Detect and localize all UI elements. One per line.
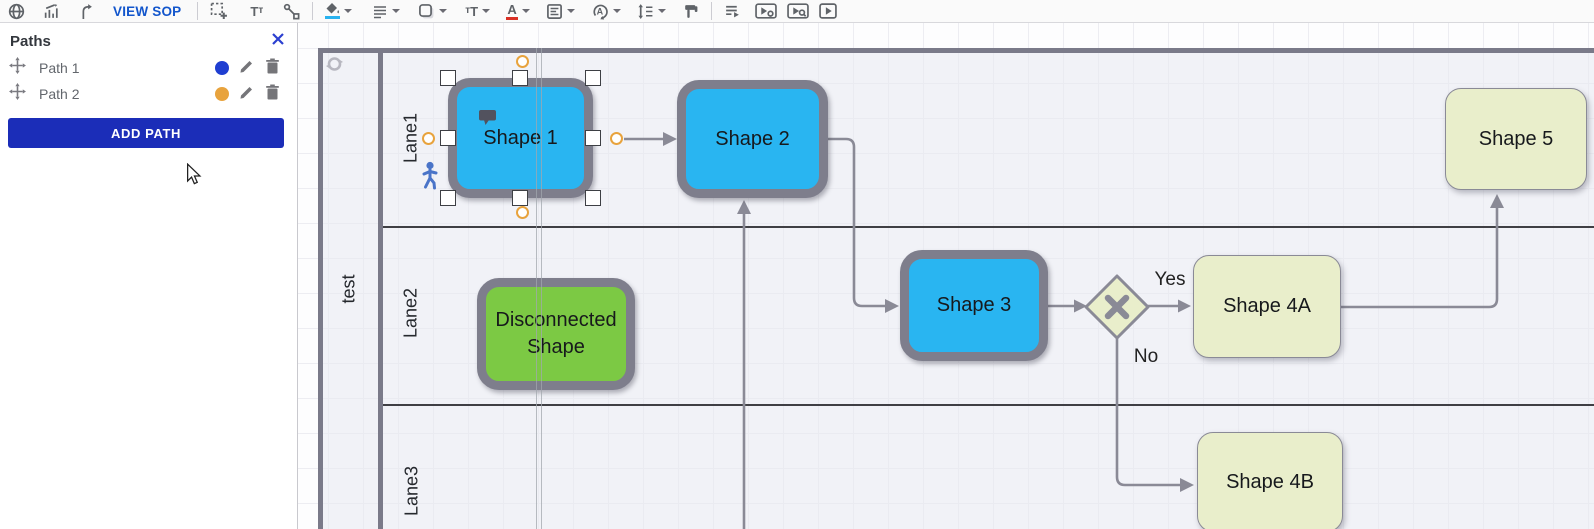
close-icon[interactable] [271, 32, 285, 51]
selection-handle-se[interactable] [585, 190, 601, 206]
arrowhead [885, 299, 899, 313]
toolbar-separator [312, 2, 313, 20]
format-painter-icon[interactable] [682, 1, 699, 21]
path-name: Path 2 [39, 86, 189, 102]
connector-shape4a-shape5 [1341, 207, 1497, 307]
branch-label-yes[interactable]: Yes [1155, 269, 1186, 291]
disconnected-shape-label: Disconnected Shape [491, 307, 621, 361]
connector-tool-icon[interactable] [283, 1, 300, 21]
shape-4a[interactable]: Shape 4A [1193, 255, 1341, 358]
shape-3-label: Shape 3 [937, 294, 1012, 317]
delete-trash-icon[interactable] [265, 84, 280, 105]
diagram-editor-app: { "toolbar": { "view_sop_label": "VIEW S… [0, 0, 1594, 529]
paths-panel-header: Paths [0, 23, 297, 55]
path-name: Path 1 [39, 60, 189, 76]
flow-branch-icon[interactable] [78, 1, 93, 21]
arrowhead [1490, 194, 1504, 208]
selection-handle-w[interactable] [440, 130, 456, 146]
toolbar-separator [711, 2, 712, 20]
fill-color-icon[interactable] [325, 1, 340, 21]
disconnected-shape[interactable]: Disconnected Shape [477, 278, 635, 390]
selection-handle-sw[interactable] [440, 190, 456, 206]
move-handle-icon[interactable] [8, 56, 27, 80]
run-search-icon[interactable] [787, 1, 809, 21]
selection-handle-e[interactable] [585, 130, 601, 146]
add-path-button[interactable]: ADD PATH [8, 118, 284, 148]
paths-panel: Paths Path 1 Path 2 [0, 23, 298, 529]
diagram-canvas[interactable]: test Lane1 Lane2 Lane3 [298, 23, 1594, 529]
connection-point-top[interactable] [516, 55, 529, 68]
line-height-icon[interactable] [637, 1, 654, 21]
top-toolbar: VIEW SOP Tт тT A A [0, 0, 1594, 23]
shape-4b-label: Shape 4B [1226, 471, 1314, 494]
text-rotate-icon[interactable]: A [591, 1, 609, 21]
shape-5[interactable]: Shape 5 [1445, 88, 1587, 190]
font-color-icon[interactable]: A [506, 1, 518, 21]
comment-bubble-icon [479, 110, 500, 126]
dropdown-caret[interactable] [613, 9, 621, 13]
shape-3[interactable]: Shape 3 [900, 250, 1048, 361]
move-handle-icon[interactable] [8, 82, 27, 106]
shape-4b[interactable]: Shape 4B [1197, 432, 1343, 529]
selection-handle-s[interactable] [512, 190, 528, 206]
delete-trash-icon[interactable] [265, 58, 280, 79]
path-row[interactable]: Path 2 [0, 81, 297, 107]
text-style-icon[interactable]: Tт [250, 1, 263, 21]
svg-text:A: A [597, 6, 604, 16]
line-style-icon[interactable] [372, 1, 388, 21]
path-color-dot[interactable] [215, 61, 229, 75]
selection-handle-n[interactable] [512, 70, 528, 86]
shape-5-label: Shape 5 [1479, 128, 1554, 151]
view-sop-link[interactable]: VIEW SOP [113, 4, 181, 19]
connection-point-left[interactable] [422, 132, 435, 145]
dropdown-caret[interactable] [392, 9, 400, 13]
run-list-icon[interactable] [724, 1, 741, 21]
shape-4a-label: Shape 4A [1223, 295, 1311, 318]
connection-point-right[interactable] [610, 132, 623, 145]
guide-line [541, 48, 542, 529]
dropdown-caret[interactable] [344, 9, 352, 13]
text-align-icon[interactable] [546, 1, 563, 21]
dropdown-caret[interactable] [522, 9, 530, 13]
shape-2-label: Shape 2 [715, 128, 790, 151]
arrowhead [737, 200, 751, 214]
connection-point-bottom[interactable] [516, 206, 529, 219]
selection-handle-ne[interactable] [585, 70, 601, 86]
branch-label-no[interactable]: No [1134, 346, 1158, 368]
edit-pencil-icon[interactable] [239, 84, 255, 105]
shape-style-icon[interactable] [418, 1, 435, 21]
dropdown-caret[interactable] [658, 9, 666, 13]
shape-1[interactable]: Shape 1 [448, 78, 593, 198]
arrowhead [1180, 478, 1194, 492]
edit-pencil-icon[interactable] [239, 58, 255, 79]
globe-icon[interactable] [8, 1, 25, 21]
mouse-cursor [186, 163, 202, 185]
paths-panel-title: Paths [10, 33, 51, 50]
path-row[interactable]: Path 1 [0, 55, 297, 81]
arrowhead [663, 132, 677, 146]
run-settings-icon[interactable] [755, 1, 777, 21]
connector-shape2-shape3 [828, 139, 886, 306]
dropdown-caret[interactable] [439, 9, 447, 13]
dropdown-caret[interactable] [567, 9, 575, 13]
multi-select-icon[interactable] [210, 1, 228, 21]
arrowhead [1178, 300, 1191, 313]
shape-2[interactable]: Shape 2 [677, 80, 828, 198]
font-size-icon[interactable]: тT [465, 1, 478, 21]
run-icon[interactable] [819, 1, 837, 21]
selection-handle-nw[interactable] [440, 70, 456, 86]
person-icon [420, 161, 440, 191]
chart-icon[interactable] [43, 1, 60, 21]
dropdown-caret[interactable] [482, 9, 490, 13]
toolbar-separator [197, 2, 198, 20]
shape-1-label: Shape 1 [483, 127, 558, 150]
guide-line [536, 48, 537, 529]
path-color-dot[interactable] [215, 87, 229, 101]
